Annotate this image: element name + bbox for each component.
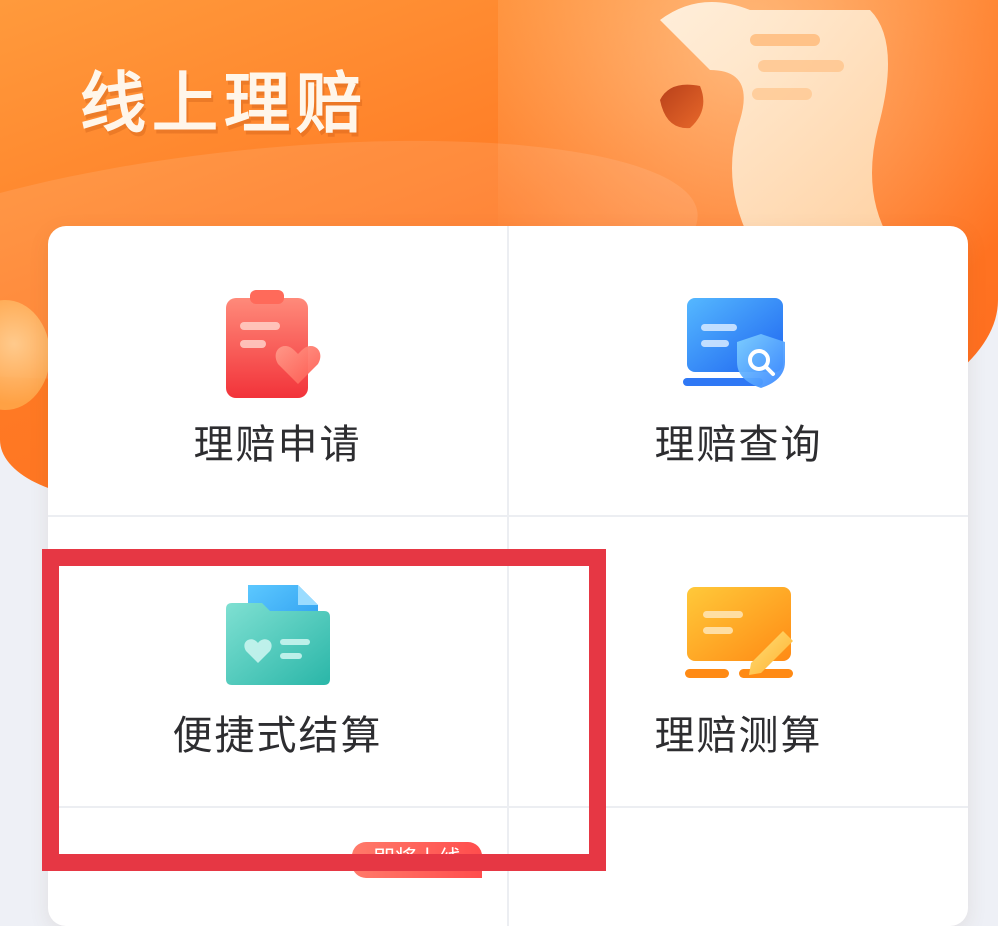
document-search-shield-icon xyxy=(682,298,785,388)
menu-item-label: 便捷式结算 xyxy=(172,713,383,759)
menu-item-label: 理赔查询 xyxy=(654,422,823,468)
menu-item-claim-query[interactable]: 理赔查询 xyxy=(509,226,968,515)
document-pencil-icon xyxy=(684,587,793,678)
paper-scroll-icon xyxy=(660,2,890,240)
clipboard-heart-icon xyxy=(225,290,320,398)
menu-item-quick-settlement[interactable]: 便捷式结算 xyxy=(48,517,507,806)
page-title: 线上理赔 xyxy=(80,65,368,142)
claims-menu-card: 理赔申请 理赔查询 便捷式结算 理赔测算 xyxy=(48,226,968,926)
coming-soon-badge: 即将上线 xyxy=(352,842,482,878)
grid-divider-horizontal xyxy=(48,806,968,808)
menu-item-claim-estimate[interactable]: 理赔测算 xyxy=(509,517,968,806)
menu-item-label: 理赔测算 xyxy=(654,713,823,759)
folder-heart-icon xyxy=(225,585,330,685)
menu-item-claim-apply[interactable]: 理赔申请 xyxy=(48,226,507,515)
menu-item-label: 理赔申请 xyxy=(193,422,362,468)
